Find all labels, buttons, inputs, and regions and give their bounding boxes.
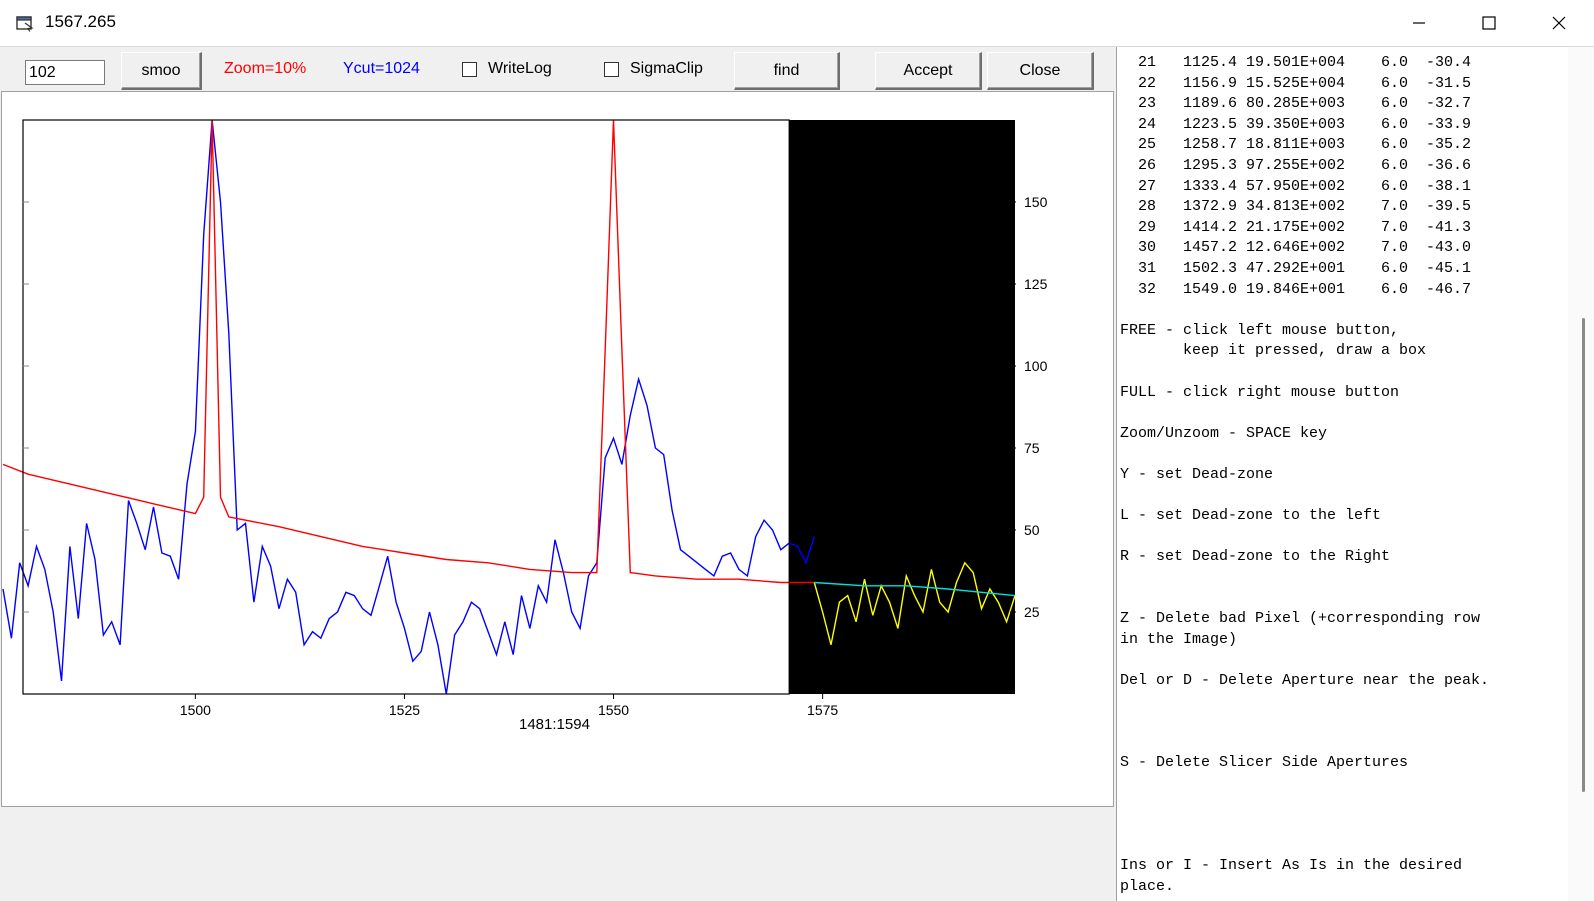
title-bar: 1567.265 bbox=[0, 0, 1594, 47]
scrollbar-thumb[interactable] bbox=[1582, 318, 1585, 792]
y-tick-label: 100 bbox=[1024, 358, 1048, 374]
series-line-0 bbox=[2, 119, 815, 694]
maximize-icon bbox=[1482, 16, 1496, 30]
scrollbar[interactable] bbox=[1568, 47, 1594, 901]
info-panel[interactable]: 21 1125.4 19.501E+004 6.0 -30.4 22 1156.… bbox=[1116, 47, 1569, 901]
info-text: 21 1125.4 19.501E+004 6.0 -30.4 22 1156.… bbox=[1120, 54, 1490, 895]
sigmaclip-label[interactable]: SigmaClip bbox=[630, 60, 703, 78]
writelog-label[interactable]: WriteLog bbox=[488, 60, 552, 78]
smoo-button[interactable]: smoo bbox=[121, 52, 202, 90]
close-button[interactable]: Close bbox=[987, 52, 1094, 90]
spectrum-chart[interactable]: 1500 1525 1550 1575 25 50 75 100 125 150 bbox=[2, 92, 1113, 806]
x-tick-label: 1550 bbox=[598, 702, 629, 718]
y-tick-label: 50 bbox=[1024, 522, 1040, 538]
y-tick-label: 25 bbox=[1024, 604, 1040, 620]
writelog-checkbox[interactable] bbox=[462, 62, 477, 77]
close-icon bbox=[1552, 16, 1566, 30]
accept-button[interactable]: Accept bbox=[875, 52, 982, 90]
plot-border bbox=[22, 119, 790, 695]
status-area bbox=[1, 808, 1114, 901]
minimize-button[interactable] bbox=[1384, 0, 1454, 46]
y-tick-label: 150 bbox=[1024, 194, 1048, 210]
x-tick-label: 1575 bbox=[807, 702, 838, 718]
ycut-label: Ycut=1024 bbox=[343, 60, 420, 77]
y-tick-label: 125 bbox=[1024, 276, 1048, 292]
zoom-label: Zoom=10% bbox=[224, 60, 307, 77]
window-icon bbox=[16, 16, 34, 32]
x-tick-label: 1500 bbox=[180, 702, 211, 718]
window-title: 1567.265 bbox=[45, 12, 116, 31]
x-tick-label: 1525 bbox=[389, 702, 420, 718]
close-window-button[interactable] bbox=[1524, 0, 1594, 46]
find-button[interactable]: find bbox=[734, 52, 840, 90]
y-tick-label: 75 bbox=[1024, 440, 1040, 456]
sigmaclip-checkbox[interactable] bbox=[604, 62, 619, 77]
plot-frame[interactable]: 1500 1525 1550 1575 25 50 75 100 125 150 1481:159… bbox=[1, 91, 1114, 807]
series-line-1 bbox=[2, 119, 815, 584]
minimize-icon bbox=[1413, 22, 1425, 24]
maximize-button[interactable] bbox=[1454, 0, 1524, 46]
range-label: 1481:1594 bbox=[519, 716, 590, 733]
smoothing-input[interactable] bbox=[25, 60, 105, 85]
